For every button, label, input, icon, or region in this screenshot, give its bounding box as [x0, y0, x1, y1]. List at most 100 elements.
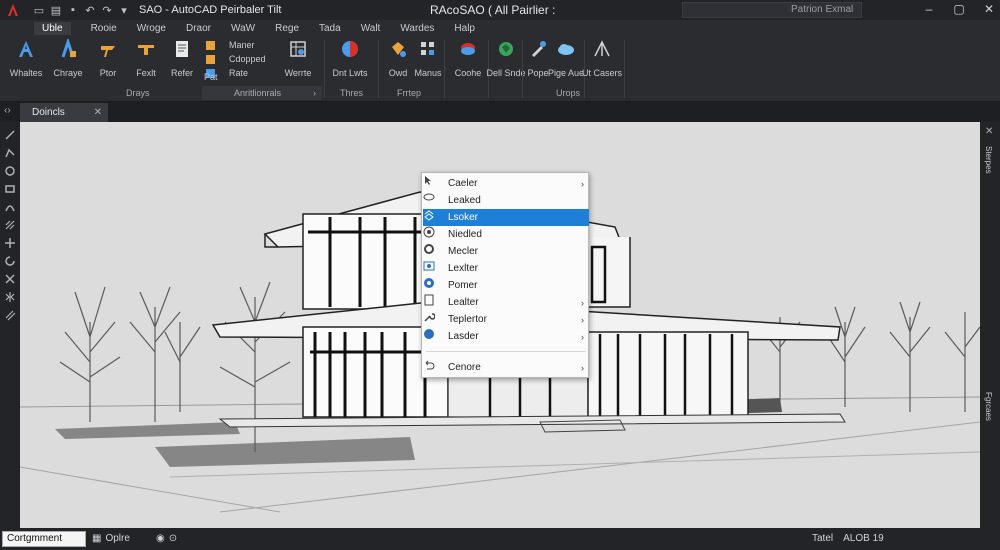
- polyline-tool-icon[interactable]: [4, 146, 16, 158]
- menu-item[interactable]: Wardes: [400, 23, 434, 34]
- globe-small-icon: [424, 278, 440, 292]
- left-toolbar: [0, 122, 20, 528]
- palette-tab-label[interactable]: Fgrcaes: [984, 392, 993, 421]
- small-tool-cdopped[interactable]: Cdopped: [206, 54, 266, 64]
- context-menu-item[interactable]: Lexlter: [423, 260, 589, 277]
- status-toggles: ◉ ⊙: [156, 533, 177, 544]
- ribbon-tool-tent[interactable]: Ut Casers: [580, 38, 624, 84]
- context-menu-item[interactable]: Caeler ›: [423, 175, 589, 192]
- command-line-input[interactable]: Cortgmment: [2, 531, 86, 547]
- stack-icon: [424, 210, 440, 224]
- ribbon-group-label: Drays: [126, 88, 150, 98]
- status-bar: Cortgmment ▦ Oplre ◉ ⊙ Tatel ALOB 19: [0, 528, 1000, 550]
- palette-close-icon[interactable]: ✕: [985, 126, 993, 137]
- line-tool-icon[interactable]: [4, 128, 16, 140]
- menu-item[interactable]: Walt: [361, 23, 381, 34]
- cloud-stack-icon: [457, 38, 479, 60]
- ribbon-group-label: Frrtep: [397, 88, 422, 98]
- snap-toggle-icon[interactable]: ◉: [156, 533, 165, 544]
- app-title: SAO - AutoCAD Peirbaler Tilt: [139, 4, 282, 16]
- hatch-tool-icon[interactable]: [4, 218, 16, 230]
- redo-icon[interactable]: ↷: [100, 3, 114, 17]
- menu-bar: Uble Rooie Wroge Draor WaW Rege Tada Wal…: [0, 20, 1000, 36]
- tab-document[interactable]: Doincls ✕: [20, 103, 108, 122]
- save-icon[interactable]: ▪: [66, 3, 80, 17]
- context-menu-item[interactable]: Niedled: [423, 226, 589, 243]
- ortho-toggle-icon[interactable]: ⊙: [169, 533, 177, 544]
- menu-item[interactable]: Draor: [186, 23, 211, 34]
- globe-icon: [495, 38, 517, 60]
- context-menu-item-selected[interactable]: Lsoker: [423, 209, 589, 226]
- menu-item[interactable]: Rooie: [91, 23, 117, 34]
- close-icon[interactable]: ✕: [982, 2, 996, 16]
- close-icon[interactable]: ✕: [94, 103, 102, 122]
- ribbon-group-label: Urops: [556, 88, 581, 98]
- document-tab-strip: ‹› Doincls ✕: [0, 102, 1000, 122]
- new-file-icon[interactable]: ▭: [32, 3, 46, 17]
- drawing-viewport[interactable]: Caeler › Leaked Lsoker Niedled Mecler Le…: [20, 122, 980, 528]
- trim-tool-icon[interactable]: [4, 272, 16, 284]
- circle-tool-icon[interactable]: [4, 164, 16, 176]
- maximize-icon[interactable]: ▢: [952, 2, 966, 16]
- small-tool-icon: [206, 54, 215, 64]
- tent-icon: [591, 38, 613, 60]
- ribbon-tool-label: Ptor: [99, 68, 117, 78]
- ribbon-tool-label: Dnt Lwts: [332, 68, 368, 78]
- status-item[interactable]: ▦ Oplre: [92, 533, 130, 544]
- rotate-tool-icon[interactable]: [4, 254, 16, 266]
- undo-icon[interactable]: ↶: [83, 3, 97, 17]
- small-tool-icon: [206, 40, 215, 50]
- move-tool-icon[interactable]: [4, 236, 16, 248]
- text-a-icon: [15, 38, 37, 60]
- ribbon-tool-table[interactable]: Werrte: [276, 38, 320, 84]
- ribbon-tool-text[interactable]: Whaltes: [4, 38, 48, 84]
- small-side-label: Pat: [204, 72, 218, 82]
- page-icon: [424, 294, 440, 309]
- ribbon-tool-document[interactable]: Refer: [160, 38, 204, 84]
- menu-item[interactable]: WaW: [231, 23, 255, 34]
- palette-tab-label[interactable]: Sterpes: [984, 146, 993, 174]
- submenu-arrow-icon: ›: [581, 362, 584, 373]
- offset-tool-icon[interactable]: [4, 308, 16, 321]
- settings-icon: [424, 244, 440, 258]
- menu-item[interactable]: Tada: [319, 23, 341, 34]
- target-icon: [423, 226, 440, 241]
- small-tool-maner[interactable]: Maner: [206, 40, 255, 50]
- menu-item[interactable]: Uble: [34, 21, 71, 35]
- arc-tool-icon[interactable]: [4, 200, 16, 212]
- context-menu-item[interactable]: Leaked: [423, 192, 589, 209]
- context-menu-item[interactable]: Pomer: [423, 277, 589, 294]
- ribbon-tool-label: Manus: [414, 68, 442, 78]
- context-menu-item[interactable]: Lealter ›: [423, 294, 589, 311]
- tab-label: Doincls: [32, 107, 65, 118]
- dropdown-icon[interactable]: ▾: [117, 3, 131, 17]
- ribbon-tool-label: Ut Casers: [581, 68, 622, 78]
- autocad-logo-icon[interactable]: [4, 1, 22, 19]
- ellipse-icon: [423, 193, 440, 207]
- context-menu-item[interactable]: Lasder ›: [423, 328, 589, 345]
- menu-item[interactable]: Rege: [275, 23, 299, 34]
- ribbon: Whaltes Chraye Ptor Fexlt Refer Maner Cd…: [0, 36, 1000, 102]
- context-menu-item[interactable]: Cenore ›: [423, 359, 589, 376]
- ribbon-separator: [324, 40, 325, 98]
- mirror-tool-icon[interactable]: [4, 290, 16, 302]
- context-menu-item[interactable]: Mecler: [423, 243, 589, 260]
- ribbon-tool-label: Chraye: [53, 68, 83, 78]
- search-input[interactable]: Patrion Exmal: [682, 2, 862, 18]
- ribbon-tool-layers[interactable]: Dnt Lwts: [328, 38, 372, 84]
- ribbon-tool-label: Owd: [388, 68, 408, 78]
- rectangle-tool-icon[interactable]: [4, 182, 16, 194]
- ribbon-tool-style[interactable]: Chraye: [46, 38, 90, 84]
- ribbon-group-expand-icon[interactable]: ›: [313, 88, 316, 98]
- minimize-icon[interactable]: –: [922, 2, 936, 16]
- tab-menu-icon[interactable]: ‹›: [4, 105, 11, 116]
- document-title: RAcoSAO ( All Pairlier :: [430, 3, 556, 17]
- menu-item[interactable]: Wroge: [137, 23, 166, 34]
- context-menu-item[interactable]: Teplertor ›: [423, 311, 589, 328]
- open-file-icon[interactable]: ▤: [49, 3, 63, 17]
- ribbon-tool-label: Fexlt: [136, 68, 156, 78]
- ribbon-tool-label: Werrte: [284, 68, 312, 78]
- menu-item[interactable]: Halp: [454, 23, 475, 34]
- cursor-icon: [425, 176, 440, 190]
- blue-circle-icon: [424, 329, 440, 343]
